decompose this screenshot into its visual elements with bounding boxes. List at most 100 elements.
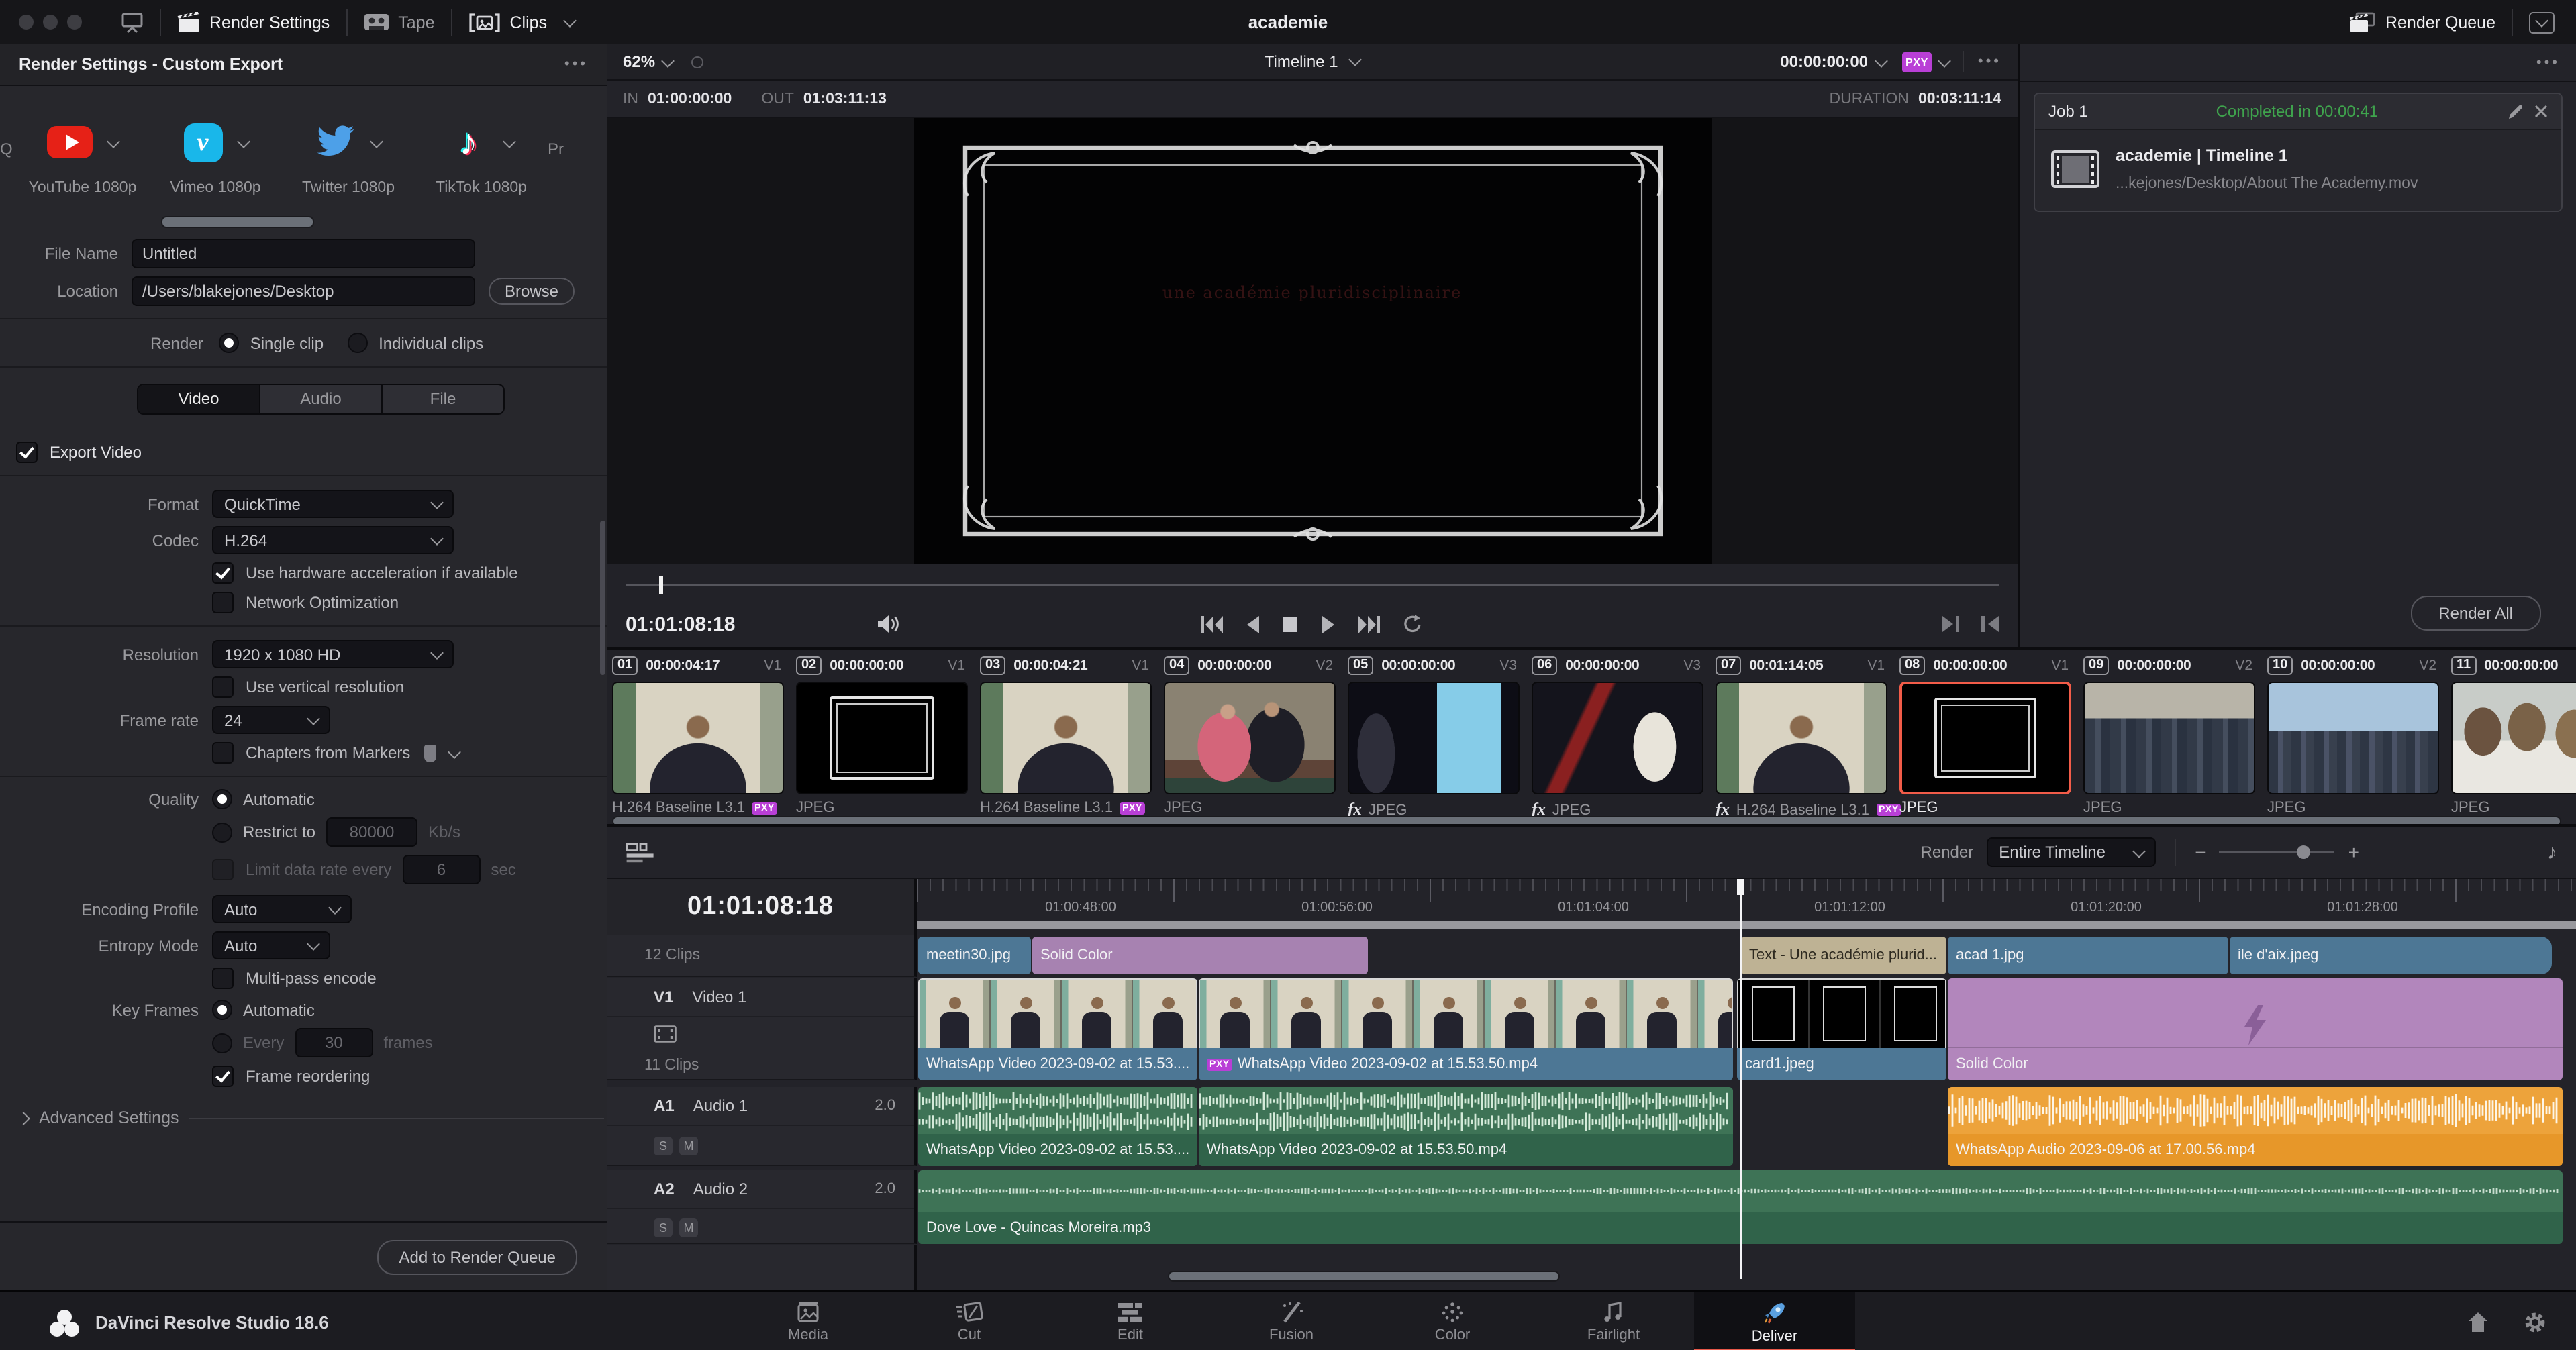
timeline-clip-solid-color-v2[interactable]: Solid Color [1032,937,1368,974]
quality-automatic-radio[interactable] [212,789,232,809]
keyframes-every-radio[interactable] [212,1033,232,1053]
entropy-mode-dropdown[interactable]: Auto [212,931,330,959]
keyframes-interval-input[interactable] [295,1028,373,1057]
vertical-resolution-checkbox[interactable] [212,676,234,698]
page-media[interactable]: Media [728,1292,889,1350]
page-edit[interactable]: Edit [1050,1292,1211,1350]
page-deliver-active[interactable]: Deliver [1694,1292,1855,1350]
edit-job-icon[interactable] [2506,103,2524,120]
play-reverse-button[interactable] [1246,615,1260,633]
page-color[interactable]: Color [1372,1292,1533,1350]
render-job-card[interactable]: Job 1 Completed in 00:00:41 academie | T… [2034,93,2563,212]
settings-gear-icon[interactable] [2524,1311,2546,1334]
filmstrip-clip-06[interactable]: 0600:00:00:00V3 fxJPEG [1532,650,1706,821]
play-button[interactable] [1321,615,1336,633]
hardware-acceleration-checkbox[interactable] [212,562,234,584]
tape-toggle[interactable]: Tape [363,13,434,32]
tab-file[interactable]: File [383,385,503,413]
page-fusion[interactable]: Fusion [1211,1292,1372,1350]
timeline-ruler[interactable]: 01:00:48:00 01:00:56:00 01:01:04:00 01:0… [917,879,2576,921]
mixer-icon[interactable]: ♪ [2547,841,2557,864]
filmstrip-clip-10[interactable]: 1000:00:00:00V2 JPEG [2267,650,2442,821]
filmstrip-clip-05[interactable]: 0500:00:00:00V3 fxJPEG [1348,650,1522,821]
track-header-a1[interactable]: A1 Audio 1 2.0 S M [607,1087,917,1166]
individual-clips-radio[interactable] [348,333,368,353]
encoding-profile-dropdown[interactable]: Auto [212,895,352,923]
tab-audio[interactable]: Audio [260,385,383,413]
timeline-scrollbar[interactable] [1168,1271,1560,1282]
zoom-out-button[interactable]: − [2195,845,2206,859]
timeline-clip-meetin30[interactable]: meetin30.jpg [918,937,1031,974]
proxy-mode-icon[interactable]: PXY [1901,52,1932,72]
render-queue-toggle[interactable]: Render Queue [2349,11,2495,33]
clip-thumbnail[interactable] [1164,682,1336,794]
filmstrip-clip-09[interactable]: 0900:00:00:00V2 JPEG [2083,650,2258,821]
page-cut[interactable]: Cut [889,1292,1050,1350]
clip-thumbnail[interactable] [1716,682,1887,794]
quality-restrict-radio[interactable] [212,822,232,842]
loop-button[interactable] [1403,615,1423,633]
resolution-dropdown[interactable]: 1920 x 1080 HD [212,640,454,668]
scrubber-playhead[interactable] [659,576,663,594]
render-settings-toggle[interactable]: Render Settings [177,11,330,33]
timeline-playhead[interactable] [1740,879,1742,1279]
limit-interval-input[interactable] [402,855,480,884]
stop-button[interactable] [1283,615,1298,633]
viewer-options-menu[interactable]: ••• [1978,54,2001,70]
add-to-render-queue-button[interactable]: Add to Render Queue [378,1239,578,1274]
viewer-timecode[interactable]: 00:00:00:00 [1780,52,1868,71]
render-all-button[interactable]: Render All [2410,596,2541,631]
clip-thumbnail[interactable] [2083,682,2255,794]
filmstrip-clip-08-selected[interactable]: 0800:00:00:00V1 JPEG [1899,650,2074,821]
preset-vimeo[interactable]: v Vimeo 1080p [149,118,282,196]
preset-youtube[interactable]: YouTube 1080p [16,118,149,196]
a2-solo-button[interactable]: S [654,1218,673,1237]
track-header-a2[interactable]: A2 Audio 2 2.0 S M [607,1170,917,1244]
timeline-clip-solid-color-v1[interactable]: Solid Color [1948,978,2563,1080]
timeline-zoom-slider[interactable] [2220,851,2335,853]
a1-solo-button[interactable]: S [654,1137,673,1155]
timeline-audio-whatsapp-2[interactable]: WhatsApp Video 2023-09-02 at 15.53.50.mp… [1199,1087,1733,1166]
filmstrip-scrollbar[interactable] [612,816,2561,827]
clip-thumbnail[interactable] [1532,682,1703,794]
in-timecode[interactable]: 01:00:00:00 [648,91,732,107]
marker-color-chip[interactable] [424,744,436,762]
clip-thumbnail[interactable] [2451,682,2576,794]
format-dropdown[interactable]: QuickTime [212,490,454,518]
zoom-slider-knob[interactable] [2297,845,2311,859]
chevron-down-icon[interactable] [448,745,461,758]
timeline-playhead-timecode[interactable]: 01:01:08:18 [687,892,834,922]
tab-video[interactable]: Video [138,385,260,413]
clip-thumbnail[interactable] [980,682,1152,794]
out-timecode[interactable]: 01:03:11:13 [803,91,887,107]
timeline-clip-whatsapp-video-2[interactable]: PXY WhatsApp Video 2023-09-02 at 15.53.5… [1199,978,1733,1080]
network-optimization-checkbox[interactable] [212,592,234,613]
render-range-dropdown[interactable]: Entire Timeline [1987,837,2156,867]
single-clip-radio[interactable] [219,333,240,353]
timeline-clip-acad1[interactable]: acad 1.jpg [1948,937,2228,974]
track-header-v2[interactable]: 12 Clips [607,935,917,977]
multipass-encode-checkbox[interactable] [212,968,234,989]
preset-scrollbar[interactable] [161,216,314,228]
clip-thumbnail[interactable] [1899,682,2071,794]
window-controls[interactable] [19,15,91,30]
window-minimize-button[interactable] [43,15,58,30]
presentation-icon[interactable] [121,11,144,33]
timeline-clip-card1[interactable]: card1.jpeg [1737,978,1946,1080]
zoom-in-button[interactable]: + [2348,845,2359,859]
timeline-clip-text-title[interactable]: Text - Une académie plurid... [1741,937,1946,974]
chevron-down-icon[interactable] [503,134,516,148]
page-fairlight[interactable]: Fairlight [1533,1292,1694,1350]
filmstrip-view-icon[interactable] [607,1017,914,1043]
a2-mute-button[interactable]: M [679,1218,698,1237]
clip-thumbnail[interactable] [2267,682,2439,794]
timeline-view-icon[interactable] [626,842,655,862]
filmstrip-clip-11[interactable]: 1100:00:00:00 JPEG [2451,650,2576,821]
filmstrip-clip-02[interactable]: 0200:00:00:00V1 JPEG [796,650,971,821]
timeline-clip-whatsapp-video-1[interactable]: WhatsApp Video 2023-09-02 at 15.53.... [918,978,1197,1080]
chevron-down-icon[interactable] [370,134,383,148]
filmstrip-clip-03[interactable]: 0300:00:04:21V1 H.264 Baseline L3.1PXY [980,650,1154,821]
location-input[interactable] [132,276,475,306]
settings-scrollbar[interactable] [600,521,605,675]
queue-options-menu[interactable]: ••• [2536,54,2560,70]
